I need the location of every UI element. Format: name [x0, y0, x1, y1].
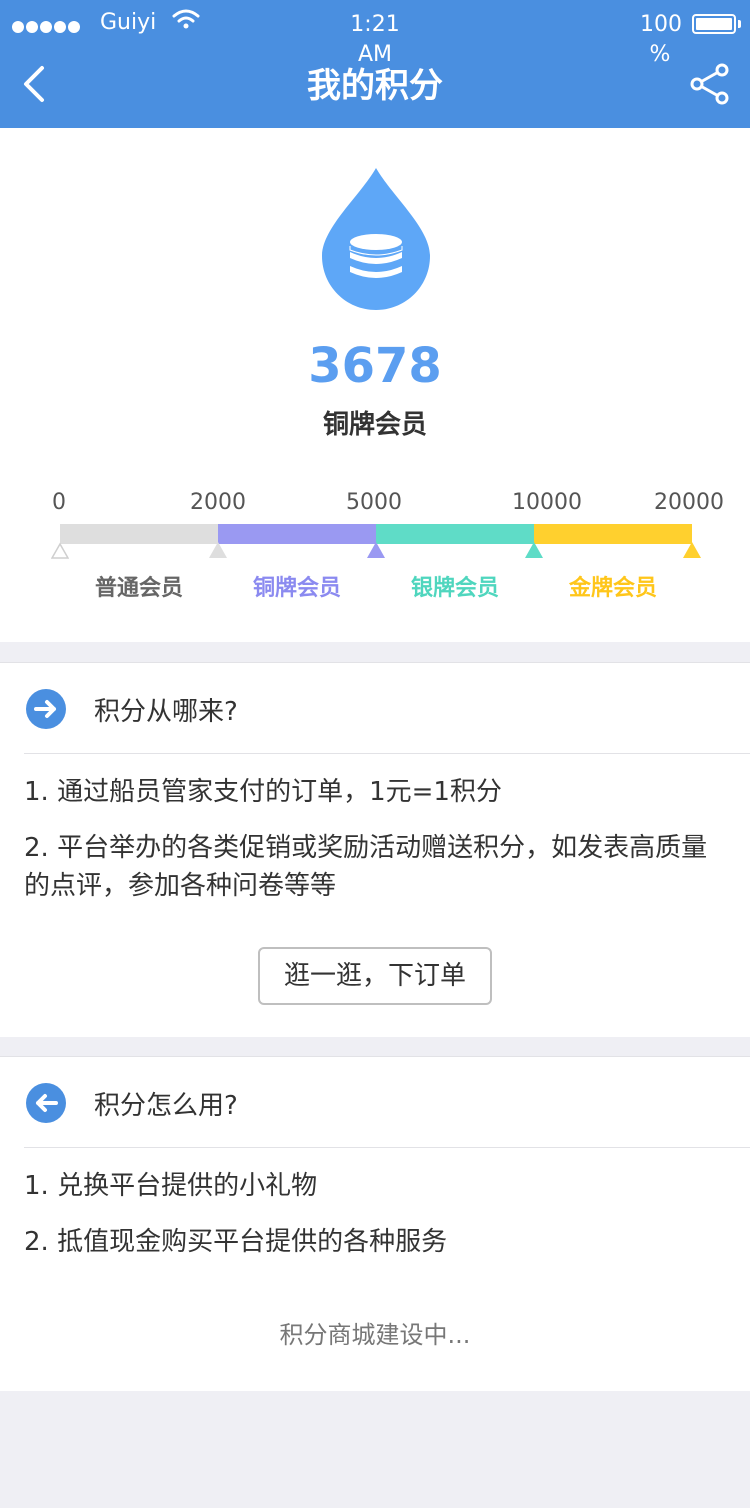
mall-building-note: 积分商城建设中...	[279, 1321, 471, 1349]
page-title: 我的积分	[307, 66, 443, 106]
earn-card-header: 积分从哪来?	[24, 663, 750, 754]
carrier-name: Guiyi	[100, 10, 157, 35]
level-bar-normal	[60, 524, 218, 544]
points-value: 3678	[308, 338, 442, 394]
tier-silver: 银牌会员	[410, 576, 499, 601]
earn-item: 1. 通过船员管家支付的订单，1元=1积分	[24, 777, 502, 807]
nav-header: Guiyi 1:21 AM 100 % 我的积分	[0, 0, 750, 128]
threshold-label: 0	[52, 490, 66, 515]
level-bar-bronze	[218, 524, 376, 544]
points-summary-card: 3678 铜牌会员 0 2000 5000 10000 20000 普通会员 铜…	[0, 128, 750, 642]
signal-icon	[12, 14, 82, 39]
share-icon[interactable]	[688, 62, 732, 106]
level-bar-gold	[534, 524, 692, 544]
level-marker	[367, 542, 385, 558]
threshold-label: 2000	[190, 490, 246, 515]
battery-tip	[738, 20, 741, 28]
level-marker	[683, 542, 701, 558]
use-card-header: 积分怎么用?	[24, 1057, 750, 1148]
earn-title: 积分从哪来?	[94, 697, 238, 727]
wifi-icon	[172, 8, 200, 36]
level-marker	[209, 542, 227, 558]
use-title: 积分怎么用?	[94, 1091, 238, 1121]
level-marker	[525, 542, 543, 558]
tier-normal: 普通会员	[94, 576, 183, 601]
level-bar-silver	[376, 524, 534, 544]
threshold-label: 20000	[654, 490, 724, 515]
use-item: 2. 抵值现金购买平台提供的各种服务	[24, 1227, 448, 1257]
earn-item: 2. 平台举办的各类促销或奖励活动赠送积分，如发表高质量的点评，参加各种问卷等等	[24, 833, 708, 901]
tier-gold: 金牌会员	[568, 576, 657, 601]
threshold-label: 5000	[346, 490, 402, 515]
shop-order-button[interactable]: 逛一逛，下订单	[258, 947, 492, 1005]
threshold-label: 10000	[512, 490, 582, 515]
use-points-card: 积分怎么用? 1. 兑换平台提供的小礼物 2. 抵值现金购买平台提供的各种服务 …	[0, 1056, 750, 1391]
status-bar: Guiyi 1:21 AM 100 %	[0, 8, 750, 67]
use-item: 1. 兑换平台提供的小礼物	[24, 1171, 318, 1201]
arrow-right-icon	[26, 689, 66, 729]
coin-drop-icon	[320, 166, 432, 316]
battery-icon	[692, 14, 736, 34]
arrow-left-icon	[26, 1083, 66, 1123]
tier-bronze: 铜牌会员	[252, 576, 341, 601]
member-level: 铜牌会员	[322, 410, 427, 440]
earn-points-card: 积分从哪来? 1. 通过船员管家支付的订单，1元=1积分 2. 平台举办的各类促…	[0, 662, 750, 1037]
